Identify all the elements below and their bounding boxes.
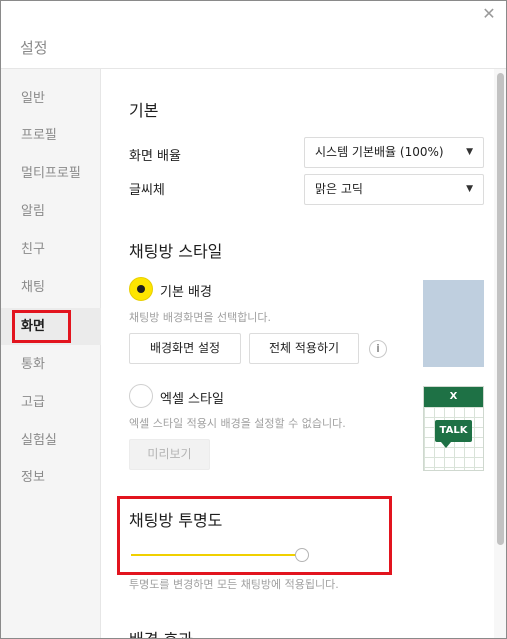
excel-style-preview: X TALK — [423, 386, 484, 471]
info-icon[interactable]: i — [369, 340, 387, 358]
sidebar-item-calls[interactable]: 통화 — [1, 346, 101, 383]
preview-button[interactable]: 미리보기 — [129, 439, 210, 470]
window-title: 설정 — [20, 39, 48, 57]
excel-style-desc: 엑셀 스타일 적용시 배경을 설정할 수 없습니다. — [129, 417, 346, 430]
highlight-box — [12, 310, 71, 343]
talk-icon: TALK — [435, 420, 472, 442]
scrollbar-thumb[interactable] — [497, 73, 504, 545]
zoom-label: 화면 배율 — [129, 149, 181, 164]
transparency-desc: 투명도를 변경하면 모든 채팅방에 적용됩니다. — [129, 578, 339, 591]
sidebar-item-general[interactable]: 일반 — [1, 80, 101, 117]
close-icon[interactable]: ✕ — [480, 5, 498, 23]
sidebar-item-chats[interactable]: 채팅 — [1, 269, 101, 306]
chevron-down-icon: ▼ — [466, 147, 473, 157]
default-bg-desc: 채팅방 배경화면을 선택합니다. — [129, 311, 272, 324]
zoom-select-value: 시스템 기본배율 (100%) — [315, 145, 444, 159]
radio-default-bg[interactable] — [129, 277, 153, 301]
settings-content: 기본 화면 배율 시스템 기본배율 (100%) ▼ 글씨체 맑은 고딕 ▼ 채… — [102, 69, 494, 638]
section-title-background-effect: 배경 효과 — [129, 626, 193, 638]
radio-dot — [137, 285, 145, 293]
sidebar-item-labs[interactable]: 실험실 — [1, 422, 101, 459]
font-select[interactable]: 맑은 고딕 ▼ — [304, 174, 484, 205]
sidebar-item-multiprofile[interactable]: 멀티프로필 — [1, 155, 101, 192]
set-background-button[interactable]: 배경화면 설정 — [129, 333, 241, 364]
sidebar-item-profile[interactable]: 프로필 — [1, 117, 101, 154]
section-title-basic: 기본 — [129, 101, 159, 120]
sidebar-item-friends[interactable]: 친구 — [1, 231, 101, 268]
font-select-value: 맑은 고딕 — [315, 182, 363, 196]
section-title-transparency: 채팅방 투명도 — [129, 511, 223, 530]
radio-excel-style[interactable] — [129, 384, 153, 408]
transparency-slider-handle[interactable] — [295, 548, 309, 562]
excel-style-label: 엑셀 스타일 — [160, 392, 224, 407]
default-bg-label: 기본 배경 — [160, 285, 212, 300]
excel-x-icon: X — [424, 387, 483, 407]
sidebar-item-info[interactable]: 정보 — [1, 459, 101, 496]
sidebar: 일반 프로필 멀티프로필 알림 친구 채팅 화면 통화 고급 실험실 정보 — [1, 69, 101, 638]
sidebar-item-notifications[interactable]: 알림 — [1, 193, 101, 230]
default-bg-preview — [423, 280, 484, 367]
font-label: 글씨체 — [129, 183, 165, 198]
transparency-slider-track[interactable] — [131, 554, 302, 556]
settings-window: ✕ 설정 일반 프로필 멀티프로필 알림 친구 채팅 화면 통화 고급 실험실 … — [0, 0, 507, 639]
scrollbar[interactable] — [494, 69, 506, 638]
sidebar-item-display[interactable]: 화면 — [1, 308, 101, 345]
apply-all-button[interactable]: 전체 적용하기 — [249, 333, 359, 364]
section-title-chat-style: 채팅방 스타일 — [129, 242, 223, 261]
chevron-down-icon: ▼ — [466, 184, 473, 194]
zoom-select[interactable]: 시스템 기본배율 (100%) ▼ — [304, 137, 484, 168]
sidebar-item-advanced[interactable]: 고급 — [1, 384, 101, 421]
talk-bubble-tail — [441, 442, 451, 448]
